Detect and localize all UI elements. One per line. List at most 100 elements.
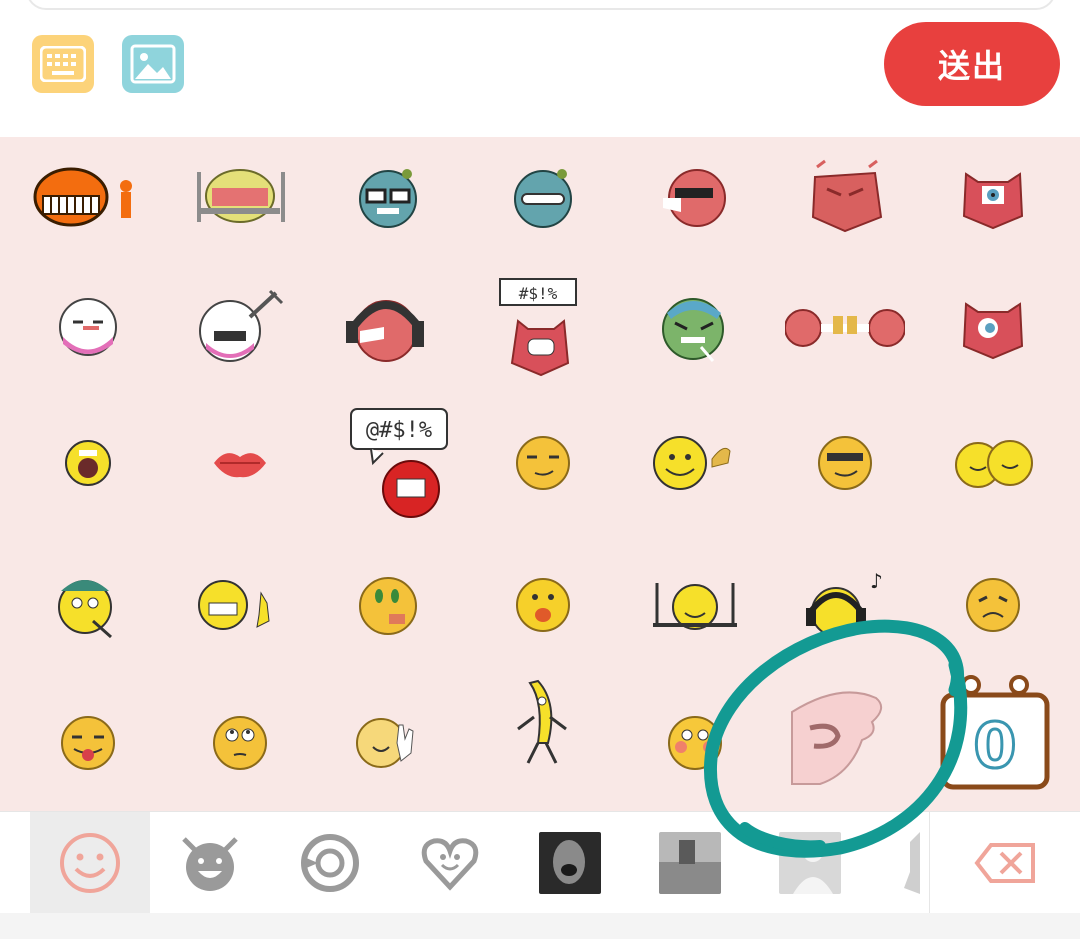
tab-rotate[interactable] bbox=[270, 812, 390, 914]
emoji-cell[interactable] bbox=[175, 137, 305, 257]
sticker-keyboard-screen: 送出 #$!% @#$!% ♪ 0 bbox=[0, 0, 1080, 939]
orange-grin-thumbs-emoji bbox=[33, 167, 132, 227]
emoji-cell[interactable] bbox=[175, 683, 305, 803]
tab-photo-sticker-2[interactable] bbox=[630, 812, 750, 914]
svg-text:♪: ♪ bbox=[870, 570, 883, 593]
blue-shy-emoji bbox=[514, 169, 572, 228]
keyboard-icon bbox=[40, 46, 86, 82]
emoji-cell[interactable] bbox=[175, 545, 305, 665]
emoji-cell[interactable] bbox=[23, 683, 153, 803]
emoji-cell[interactable] bbox=[780, 403, 910, 523]
tab-photo-sticker-3[interactable] bbox=[750, 812, 870, 914]
white-blush-emoji bbox=[59, 298, 117, 356]
tab-heart[interactable] bbox=[390, 812, 510, 914]
yellow-music-emoji: ♪ bbox=[806, 570, 883, 637]
emoji-cell[interactable] bbox=[323, 137, 453, 257]
red-cat-wink-emoji bbox=[962, 302, 1024, 360]
red-lips-emoji bbox=[214, 453, 266, 478]
emoji-cell[interactable] bbox=[780, 137, 910, 257]
green-sick-emoji bbox=[662, 298, 724, 362]
red-headphones-emoji bbox=[346, 300, 424, 362]
partial-sticker-icon bbox=[903, 832, 920, 894]
emoji-cell[interactable] bbox=[323, 267, 453, 387]
tab-smiley[interactable] bbox=[30, 812, 150, 914]
emoji-cell[interactable] bbox=[478, 545, 608, 665]
yellow-tongue-out-emoji bbox=[61, 716, 115, 770]
emoji-cell[interactable] bbox=[630, 683, 760, 803]
dancing-banana-emoji bbox=[517, 679, 567, 764]
emoji-cell[interactable] bbox=[323, 545, 453, 665]
yellow-sad-emoji bbox=[966, 578, 1020, 632]
red-swearing-cat-emoji: #$!% bbox=[499, 278, 577, 377]
send-button[interactable]: 送出 bbox=[884, 22, 1060, 106]
zero-sign-emoji: 0 bbox=[940, 675, 1050, 790]
yellow-thumbs-emoji bbox=[653, 436, 731, 490]
yellow-eyes-emoji bbox=[359, 577, 417, 635]
emoji-cell[interactable] bbox=[770, 673, 900, 793]
message-input[interactable] bbox=[26, 0, 1056, 10]
swear-text: @#$!% bbox=[366, 418, 432, 443]
backspace-icon bbox=[974, 843, 1035, 883]
pink-ok-hand-emoji bbox=[791, 691, 883, 785]
yellow-shout-emoji bbox=[65, 440, 111, 486]
yellow-rolleyes-emoji bbox=[213, 716, 267, 770]
image-button[interactable] bbox=[122, 35, 184, 93]
emoji-cell[interactable] bbox=[630, 545, 760, 665]
emoji-cell[interactable] bbox=[630, 403, 760, 523]
keyboard-button[interactable] bbox=[32, 35, 94, 93]
red-sunglasses-emoji bbox=[663, 169, 726, 227]
emoji-cell[interactable] bbox=[928, 267, 1058, 387]
emoji-cell[interactable] bbox=[478, 137, 608, 257]
photo-sticker-3-icon bbox=[779, 832, 841, 894]
red-cheers-emoji bbox=[785, 309, 905, 347]
emoji-cell[interactable] bbox=[175, 267, 305, 387]
emoji-cell[interactable] bbox=[928, 403, 1058, 523]
bottom-strip bbox=[0, 913, 1080, 939]
tab-photo-sticker-1[interactable] bbox=[510, 812, 630, 914]
emoji-cell[interactable] bbox=[23, 403, 153, 523]
devil-icon bbox=[182, 837, 238, 891]
red-eye-cat-emoji bbox=[962, 172, 1024, 230]
yellow-tongue-emoji bbox=[516, 578, 570, 632]
tab-partial-sticker[interactable] bbox=[870, 812, 929, 914]
emoji-cell[interactable] bbox=[23, 267, 153, 387]
emoji-cell[interactable] bbox=[478, 663, 608, 783]
emoji-cell[interactable] bbox=[23, 137, 153, 257]
emoji-cell[interactable]: @#$!% bbox=[333, 403, 463, 523]
composer-toolbar: 送出 bbox=[0, 10, 1080, 120]
emoji-cell[interactable] bbox=[928, 137, 1058, 257]
yellow-wave-emoji bbox=[356, 718, 414, 768]
swear-text: #$!% bbox=[519, 284, 558, 303]
red-angry-emoji bbox=[811, 159, 883, 233]
red-swearing-emoji: @#$!% bbox=[350, 408, 448, 518]
emoji-cell[interactable]: ♪ bbox=[780, 545, 910, 665]
white-fork-emoji bbox=[199, 289, 284, 362]
delete-button[interactable] bbox=[929, 812, 1080, 914]
lemon-eating-emoji bbox=[197, 169, 285, 223]
yellow-hug-emoji bbox=[955, 440, 1033, 488]
emoji-grid: #$!% @#$!% ♪ 0 bbox=[0, 137, 1080, 811]
yellow-eat-emoji bbox=[653, 583, 737, 630]
rotate-icon bbox=[301, 834, 359, 892]
heart-icon bbox=[421, 838, 479, 891]
emoji-cell[interactable] bbox=[928, 545, 1058, 665]
yellow-grin-ok-emoji bbox=[198, 580, 270, 630]
image-icon bbox=[130, 44, 176, 84]
smiley-icon bbox=[60, 833, 120, 893]
category-bar bbox=[0, 811, 1080, 914]
emoji-cell[interactable] bbox=[323, 683, 453, 803]
yellow-hat-emoji bbox=[58, 580, 112, 639]
blue-nerd-emoji bbox=[359, 169, 417, 228]
emoji-cell[interactable]: #$!% bbox=[478, 267, 608, 387]
emoji-cell[interactable] bbox=[630, 137, 760, 257]
yellow-cool-emoji bbox=[818, 436, 872, 490]
emoji-cell[interactable] bbox=[23, 545, 153, 665]
emoji-cell[interactable] bbox=[175, 403, 305, 523]
emoji-cell[interactable] bbox=[780, 267, 910, 387]
photo-sticker-1-icon bbox=[539, 832, 601, 894]
emoji-cell[interactable] bbox=[478, 403, 608, 523]
emoji-cell[interactable]: 0 bbox=[930, 673, 1060, 793]
tab-devil[interactable] bbox=[150, 812, 270, 914]
yellow-smirk-emoji bbox=[516, 436, 570, 490]
emoji-cell[interactable] bbox=[630, 267, 760, 387]
